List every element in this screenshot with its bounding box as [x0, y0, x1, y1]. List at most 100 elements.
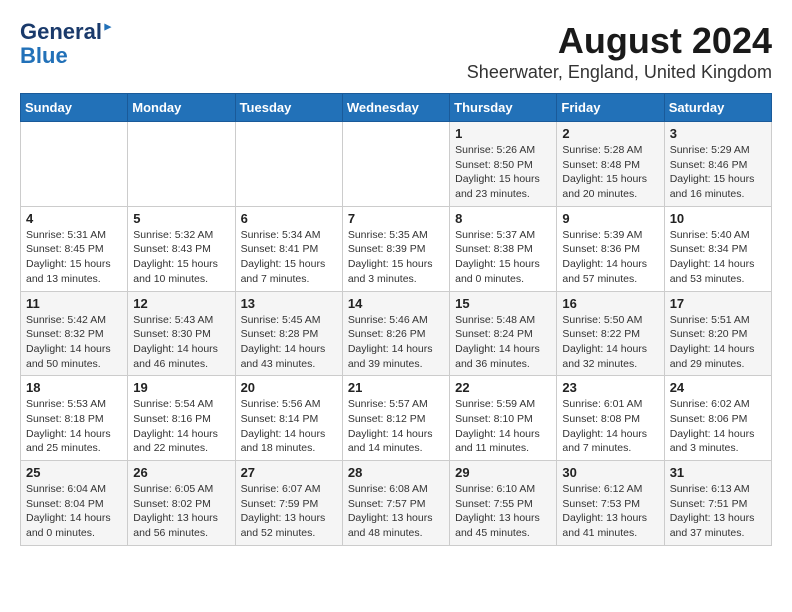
calendar-day-28: 28 Sunrise: 6:08 AM Sunset: 7:57 PM Dayli… — [342, 461, 449, 546]
day-info: Sunrise: 5:40 AM Sunset: 8:34 PM Dayligh… — [670, 228, 766, 287]
day-info: Sunrise: 6:02 AM Sunset: 8:06 PM Dayligh… — [670, 397, 766, 456]
page-subtitle: Sheerwater, England, United Kingdom — [467, 62, 772, 83]
day-number: 11 — [26, 296, 122, 311]
calendar-day-22: 22Sunrise: 5:59 AM Sunset: 8:10 PM Dayli… — [450, 376, 557, 461]
title-block: August 2024 Sheerwater, England, United … — [467, 20, 772, 83]
calendar-day-15: 15Sunrise: 5:48 AM Sunset: 8:24 PM Dayli… — [450, 291, 557, 376]
day-info: Sunrise: 6:01 AM Sunset: 8:08 PM Dayligh… — [562, 397, 658, 456]
day-number: 23 — [562, 380, 658, 395]
day-info: Sunrise: 5:34 AM Sunset: 8:41 PM Dayligh… — [241, 228, 337, 287]
day-info: Sunrise: 6:05 AM Sunset: 8:02 PM Dayligh… — [133, 482, 229, 541]
day-info: Sunrise: 5:39 AM Sunset: 8:36 PM Dayligh… — [562, 228, 658, 287]
day-info: Sunrise: 5:32 AM Sunset: 8:43 PM Dayligh… — [133, 228, 229, 287]
day-number: 7 — [348, 211, 444, 226]
day-number: 21 — [348, 380, 444, 395]
col-header-thursday: Thursday — [450, 94, 557, 122]
calendar-header-row: SundayMondayTuesdayWednesdayThursdayFrid… — [21, 94, 772, 122]
calendar-day-6: 6 Sunrise: 5:34 AM Sunset: 8:41 PM Daylig… — [235, 206, 342, 291]
calendar-day-16: 16Sunrise: 5:50 AM Sunset: 8:22 PM Dayli… — [557, 291, 664, 376]
day-number: 2 — [562, 126, 658, 141]
day-number: 10 — [670, 211, 766, 226]
calendar-day-18: 18 Sunrise: 5:53 AM Sunset: 8:18 PM Dayli… — [21, 376, 128, 461]
day-number: 18 — [26, 380, 122, 395]
day-info: Sunrise: 5:42 AM Sunset: 8:32 PM Dayligh… — [26, 313, 122, 372]
calendar-day-25: 25 Sunrise: 6:04 AM Sunset: 8:04 PM Dayli… — [21, 461, 128, 546]
day-number: 25 — [26, 465, 122, 480]
col-header-saturday: Saturday — [664, 94, 771, 122]
page-title: August 2024 — [467, 20, 772, 62]
day-number: 31 — [670, 465, 766, 480]
day-info: Sunrise: 5:45 AM Sunset: 8:28 PM Dayligh… — [241, 313, 337, 372]
col-header-friday: Friday — [557, 94, 664, 122]
day-number: 20 — [241, 380, 337, 395]
logo: General► Blue — [20, 20, 114, 68]
calendar-day-14: 14 Sunrise: 5:46 AM Sunset: 8:26 PM Dayli… — [342, 291, 449, 376]
day-number: 29 — [455, 465, 551, 480]
day-info: Sunrise: 5:53 AM Sunset: 8:18 PM Dayligh… — [26, 397, 122, 456]
calendar-day-11: 11 Sunrise: 5:42 AM Sunset: 8:32 PM Dayli… — [21, 291, 128, 376]
day-info: Sunrise: 6:04 AM Sunset: 8:04 PM Dayligh… — [26, 482, 122, 541]
day-info: Sunrise: 6:12 AM Sunset: 7:53 PM Dayligh… — [562, 482, 658, 541]
calendar-day-23: 23 Sunrise: 6:01 AM Sunset: 8:08 PM Dayli… — [557, 376, 664, 461]
day-info: Sunrise: 5:51 AM Sunset: 8:20 PM Dayligh… — [670, 313, 766, 372]
day-info: Sunrise: 5:54 AM Sunset: 8:16 PM Dayligh… — [133, 397, 229, 456]
calendar-day-3: 3 Sunrise: 5:29 AM Sunset: 8:46 PM Daylig… — [664, 122, 771, 207]
col-header-monday: Monday — [128, 94, 235, 122]
calendar-day-17: 17Sunrise: 5:51 AM Sunset: 8:20 PM Dayli… — [664, 291, 771, 376]
calendar-day-7: 7 Sunrise: 5:35 AM Sunset: 8:39 PM Daylig… — [342, 206, 449, 291]
day-info: Sunrise: 6:08 AM Sunset: 7:57 PM Dayligh… — [348, 482, 444, 541]
calendar-day-24: 24 Sunrise: 6:02 AM Sunset: 8:06 PM Dayli… — [664, 376, 771, 461]
day-number: 28 — [348, 465, 444, 480]
calendar-day-12: 12 Sunrise: 5:43 AM Sunset: 8:30 PM Dayli… — [128, 291, 235, 376]
day-info: Sunrise: 5:35 AM Sunset: 8:39 PM Dayligh… — [348, 228, 444, 287]
calendar-day-2: 2 Sunrise: 5:28 AM Sunset: 8:48 PM Daylig… — [557, 122, 664, 207]
day-info: Sunrise: 6:13 AM Sunset: 7:51 PM Dayligh… — [670, 482, 766, 541]
calendar-empty-cell — [235, 122, 342, 207]
day-info: Sunrise: 5:37 AM Sunset: 8:38 PM Dayligh… — [455, 228, 551, 287]
day-info: Sunrise: 5:43 AM Sunset: 8:30 PM Dayligh… — [133, 313, 229, 372]
day-number: 3 — [670, 126, 766, 141]
calendar-day-29: 29 Sunrise: 6:10 AM Sunset: 7:55 PM Dayli… — [450, 461, 557, 546]
calendar-day-5: 5Sunrise: 5:32 AM Sunset: 8:43 PM Daylig… — [128, 206, 235, 291]
day-number: 22 — [455, 380, 551, 395]
day-number: 1 — [455, 126, 551, 141]
calendar-empty-cell — [128, 122, 235, 207]
calendar-day-26: 26 Sunrise: 6:05 AM Sunset: 8:02 PM Dayli… — [128, 461, 235, 546]
calendar-week-row: 1 Sunrise: 5:26 AM Sunset: 8:50 PM Daylig… — [21, 122, 772, 207]
day-info: Sunrise: 5:48 AM Sunset: 8:24 PM Dayligh… — [455, 313, 551, 372]
calendar-day-19: 19Sunrise: 5:54 AM Sunset: 8:16 PM Dayli… — [128, 376, 235, 461]
day-number: 27 — [241, 465, 337, 480]
calendar-day-9: 9 Sunrise: 5:39 AM Sunset: 8:36 PM Daylig… — [557, 206, 664, 291]
calendar-week-row: 11 Sunrise: 5:42 AM Sunset: 8:32 PM Dayli… — [21, 291, 772, 376]
day-number: 12 — [133, 296, 229, 311]
col-header-tuesday: Tuesday — [235, 94, 342, 122]
day-number: 24 — [670, 380, 766, 395]
calendar-week-row: 25 Sunrise: 6:04 AM Sunset: 8:04 PM Dayli… — [21, 461, 772, 546]
calendar-day-13: 13 Sunrise: 5:45 AM Sunset: 8:28 PM Dayli… — [235, 291, 342, 376]
calendar-day-21: 21Sunrise: 5:57 AM Sunset: 8:12 PM Dayli… — [342, 376, 449, 461]
day-info: Sunrise: 6:07 AM Sunset: 7:59 PM Dayligh… — [241, 482, 337, 541]
calendar-table: SundayMondayTuesdayWednesdayThursdayFrid… — [20, 93, 772, 546]
day-info: Sunrise: 5:26 AM Sunset: 8:50 PM Dayligh… — [455, 143, 551, 202]
calendar-week-row: 18 Sunrise: 5:53 AM Sunset: 8:18 PM Dayli… — [21, 376, 772, 461]
calendar-day-20: 20 Sunrise: 5:56 AM Sunset: 8:14 PM Dayli… — [235, 376, 342, 461]
day-info: Sunrise: 6:10 AM Sunset: 7:55 PM Dayligh… — [455, 482, 551, 541]
day-number: 26 — [133, 465, 229, 480]
calendar-empty-cell — [21, 122, 128, 207]
calendar-day-4: 4Sunrise: 5:31 AM Sunset: 8:45 PM Daylig… — [21, 206, 128, 291]
day-number: 30 — [562, 465, 658, 480]
calendar-day-1: 1 Sunrise: 5:26 AM Sunset: 8:50 PM Daylig… — [450, 122, 557, 207]
day-info: Sunrise: 5:29 AM Sunset: 8:46 PM Dayligh… — [670, 143, 766, 202]
calendar-day-30: 30 Sunrise: 6:12 AM Sunset: 7:53 PM Dayli… — [557, 461, 664, 546]
day-info: Sunrise: 5:28 AM Sunset: 8:48 PM Dayligh… — [562, 143, 658, 202]
day-info: Sunrise: 5:31 AM Sunset: 8:45 PM Dayligh… — [26, 228, 122, 287]
calendar-day-27: 27 Sunrise: 6:07 AM Sunset: 7:59 PM Dayli… — [235, 461, 342, 546]
day-number: 6 — [241, 211, 337, 226]
day-info: Sunrise: 5:46 AM Sunset: 8:26 PM Dayligh… — [348, 313, 444, 372]
col-header-sunday: Sunday — [21, 94, 128, 122]
day-info: Sunrise: 5:56 AM Sunset: 8:14 PM Dayligh… — [241, 397, 337, 456]
day-number: 14 — [348, 296, 444, 311]
day-number: 9 — [562, 211, 658, 226]
day-number: 13 — [241, 296, 337, 311]
calendar-empty-cell — [342, 122, 449, 207]
